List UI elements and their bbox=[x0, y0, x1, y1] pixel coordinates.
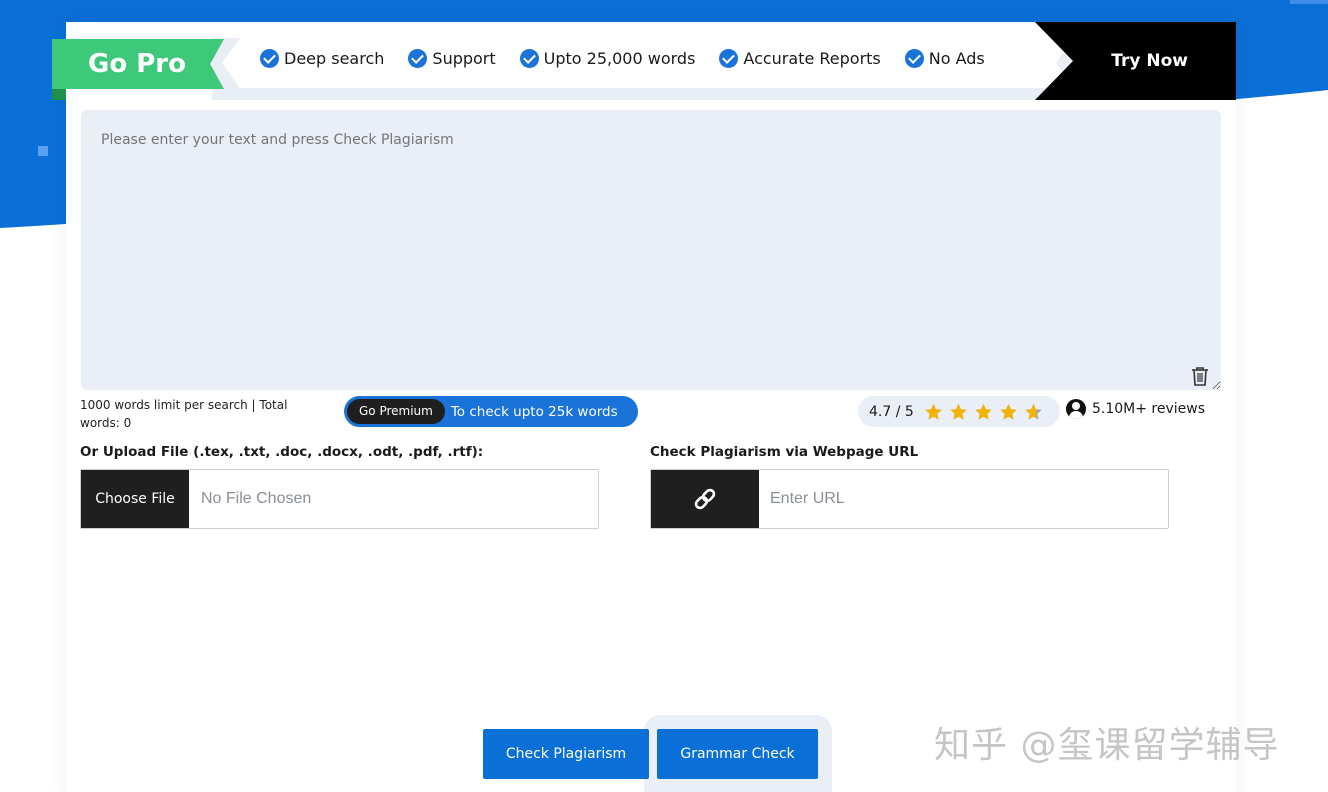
go-pro-badge: Go Pro bbox=[52, 39, 224, 89]
feature-item: Accurate Reports bbox=[719, 49, 881, 68]
link-button[interactable] bbox=[651, 470, 759, 528]
feature-item: Support bbox=[408, 49, 496, 68]
go-pro-banner[interactable]: Go Pro Deep search Support Upto 25,000 w… bbox=[52, 22, 1236, 100]
star-icon bbox=[925, 403, 942, 419]
star-icon bbox=[1000, 403, 1017, 419]
feature-list: Deep search Support Upto 25,000 words Ac… bbox=[260, 49, 1009, 68]
url-label: Check Plagiarism via Webpage URL bbox=[650, 444, 919, 460]
check-circle-icon bbox=[904, 49, 924, 68]
url-check bbox=[650, 469, 1169, 529]
check-circle-icon bbox=[519, 49, 539, 68]
reviews-count: 5.10M+ reviews bbox=[1066, 399, 1205, 419]
feature-item: Deep search bbox=[260, 49, 384, 68]
star-icon bbox=[975, 403, 992, 419]
rating-badge: 4.7 / 5 bbox=[858, 396, 1060, 427]
star-rating bbox=[924, 403, 1043, 421]
user-icon bbox=[1066, 399, 1086, 419]
star-icon bbox=[1025, 403, 1042, 419]
grammar-check-button[interactable]: Grammar Check bbox=[657, 729, 818, 779]
word-limit-text: 1000 words limit per search | Total word… bbox=[80, 398, 288, 430]
decorative-square bbox=[38, 146, 48, 156]
check-circle-icon bbox=[408, 49, 428, 68]
feature-label: Upto 25,000 words bbox=[543, 49, 696, 68]
check-plagiarism-button[interactable]: Check Plagiarism bbox=[483, 729, 649, 779]
watermark: 知乎 @玺课留学辅导 bbox=[934, 725, 1280, 766]
go-premium-pill: Go Premium bbox=[347, 399, 445, 424]
feature-label: Accurate Reports bbox=[743, 49, 881, 68]
rating-score: 4.7 / 5 bbox=[869, 403, 914, 420]
go-pro-fold bbox=[52, 89, 66, 100]
file-status: No File Chosen bbox=[201, 490, 312, 507]
link-icon bbox=[694, 488, 716, 510]
file-upload[interactable]: Choose File No File Chosen bbox=[80, 469, 599, 529]
go-premium-banner[interactable]: Go Premium To check upto 25k words bbox=[344, 396, 638, 427]
check-circle-icon bbox=[719, 49, 739, 68]
reviews-text: 5.10M+ reviews bbox=[1092, 401, 1206, 417]
upload-label: Or Upload File (.tex, .txt, .doc, .docx,… bbox=[80, 444, 484, 460]
url-input[interactable] bbox=[759, 470, 1168, 528]
go-pro-label: Go Pro bbox=[88, 49, 186, 79]
check-circle-icon bbox=[260, 49, 279, 68]
go-premium-text: To check upto 25k words bbox=[450, 403, 618, 420]
feature-item: No Ads bbox=[904, 49, 985, 68]
trash-icon[interactable] bbox=[1191, 366, 1209, 386]
feature-label: Support bbox=[432, 49, 496, 68]
star-icon bbox=[950, 403, 967, 419]
feature-label: No Ads bbox=[928, 49, 985, 68]
feature-label: Deep search bbox=[284, 49, 385, 68]
feature-item: Upto 25,000 words bbox=[519, 49, 696, 68]
text-input[interactable] bbox=[81, 110, 1221, 390]
try-now-label: Try Now bbox=[1111, 51, 1188, 71]
choose-file-button[interactable]: Choose File bbox=[81, 470, 189, 528]
